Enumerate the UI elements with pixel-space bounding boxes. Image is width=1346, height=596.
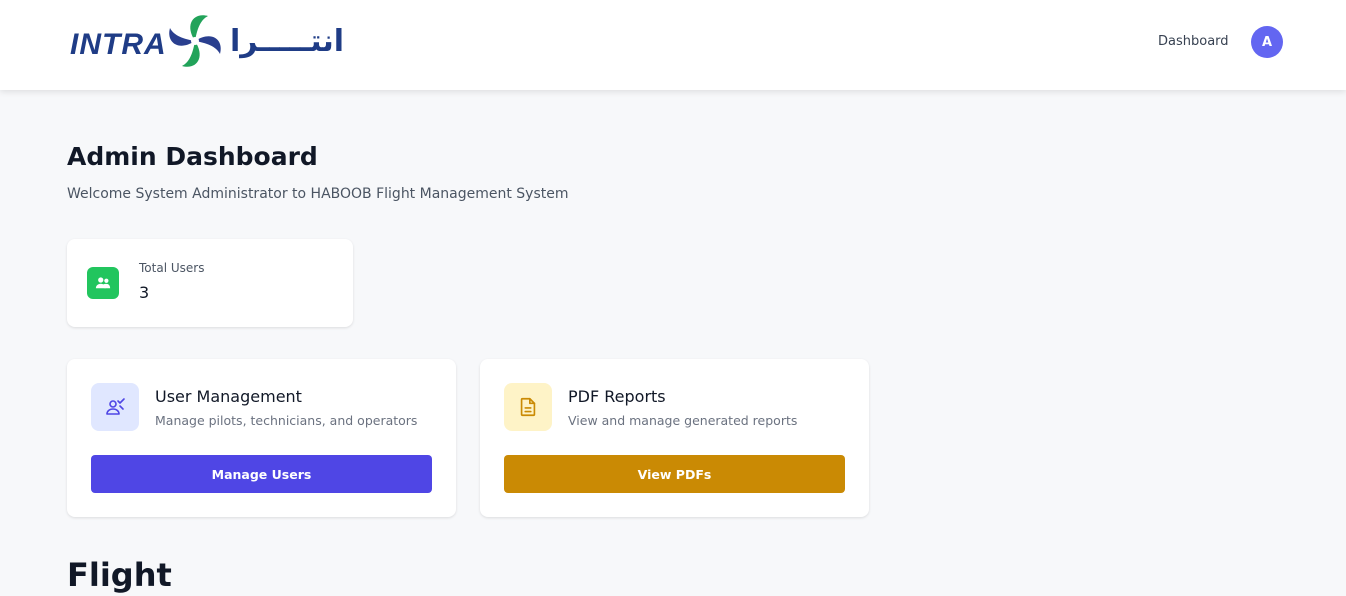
pdf-reports-description: View and manage generated reports — [568, 413, 798, 428]
logo-latin-text: INTRA — [70, 28, 167, 61]
total-users-value: 3 — [139, 283, 150, 302]
user-management-title: User Management — [155, 387, 302, 406]
logo-arabic-text: انتـــــرا — [230, 24, 345, 59]
user-avatar[interactable]: A — [1251, 26, 1283, 58]
view-pdfs-button[interactable]: View PDFs — [504, 455, 845, 493]
page-subtitle: Welcome System Administrator to HABOOB F… — [67, 186, 569, 202]
total-users-label: Total Users — [139, 261, 205, 275]
user-management-icon — [91, 383, 139, 431]
flight-section-title: Flight — [67, 556, 172, 594]
pdf-reports-card: PDF Reports View and manage generated re… — [480, 359, 869, 517]
manage-users-button[interactable]: Manage Users — [91, 455, 432, 493]
user-management-description: Manage pilots, technicians, and operator… — [155, 413, 418, 428]
user-management-card: User Management Manage pilots, technicia… — [67, 359, 456, 517]
document-icon — [504, 383, 552, 431]
intra-logo[interactable]: INTRA انتـــــرا — [68, 10, 344, 76]
top-navbar: INTRA انتـــــرا Dashboard A — [0, 0, 1346, 90]
nav-dashboard-link[interactable]: Dashboard — [1158, 34, 1229, 49]
users-icon — [87, 267, 119, 299]
page-title: Admin Dashboard — [67, 142, 318, 171]
pdf-reports-title: PDF Reports — [568, 387, 666, 406]
logo-mark-icon — [169, 15, 221, 67]
total-users-card: Total Users 3 — [67, 239, 353, 327]
